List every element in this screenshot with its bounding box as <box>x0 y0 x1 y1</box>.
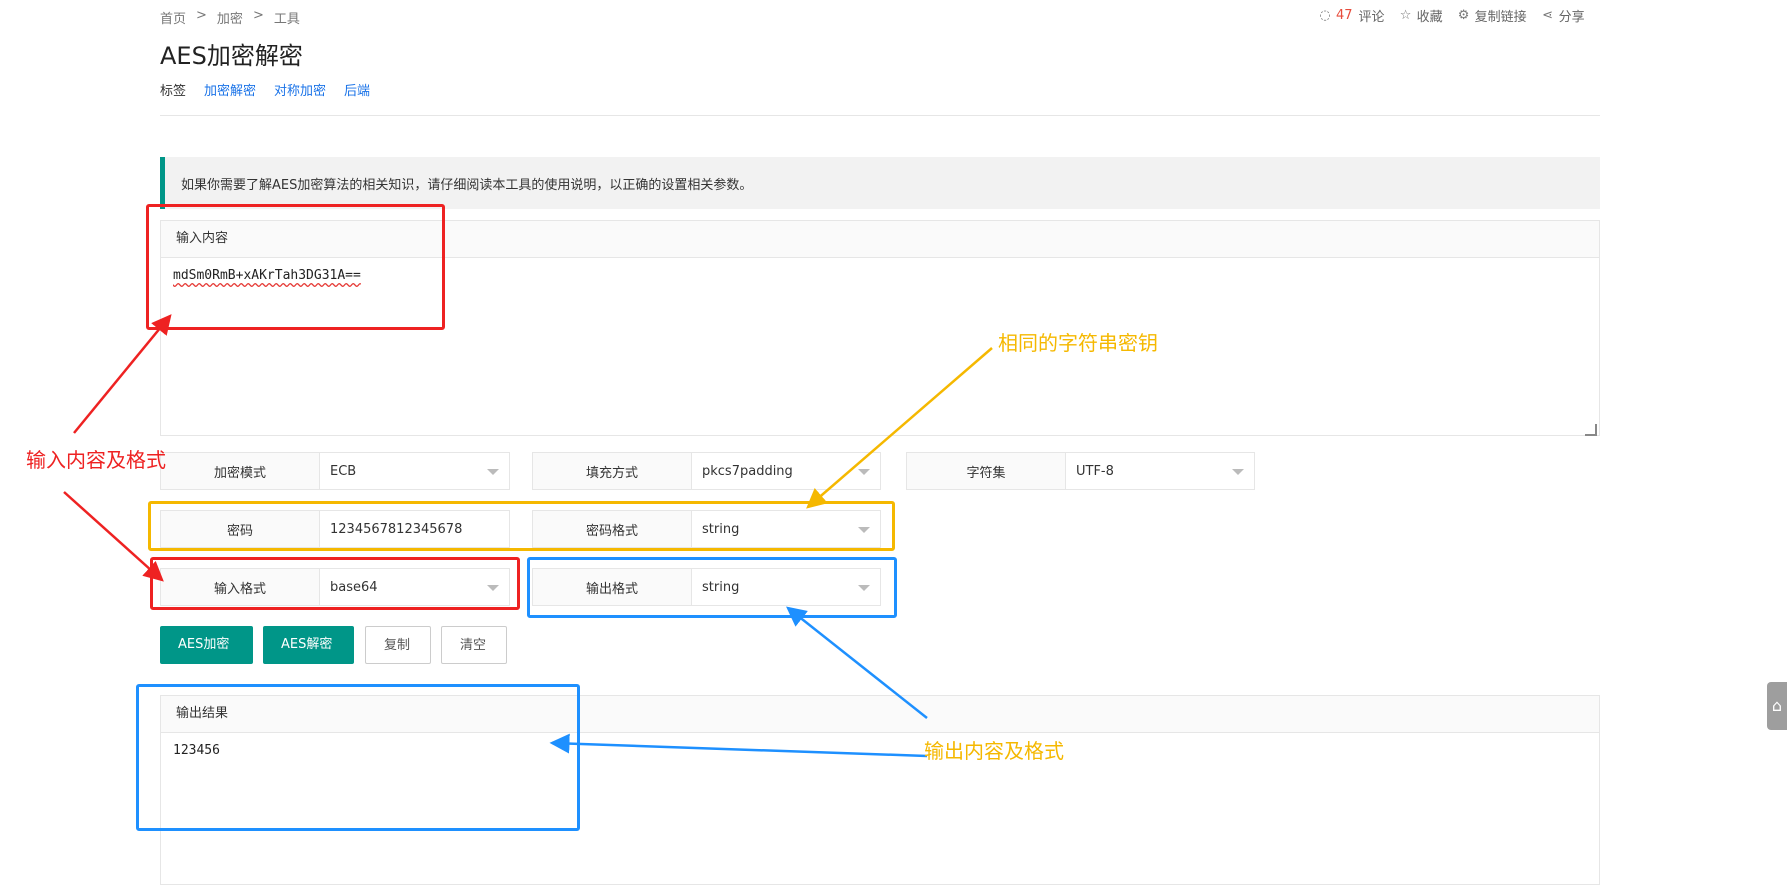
arrow-to-output-format <box>786 606 928 719</box>
arrow-to-output <box>549 733 928 758</box>
annotation-output-note: 输出内容及格式 <box>924 739 1064 763</box>
arrow-to-input <box>73 314 172 434</box>
back-to-top-button[interactable]: ⌂ <box>1767 682 1787 730</box>
arrow-up-icon: ⌂ <box>1771 696 1783 715</box>
arrow-to-input-format <box>63 491 164 582</box>
arrow-to-key <box>806 347 993 509</box>
annotation-input-note: 输入内容及格式 <box>26 448 166 472</box>
annotation-arrows <box>63 314 993 758</box>
annotation-key-note: 相同的字符串密钥 <box>998 331 1158 355</box>
